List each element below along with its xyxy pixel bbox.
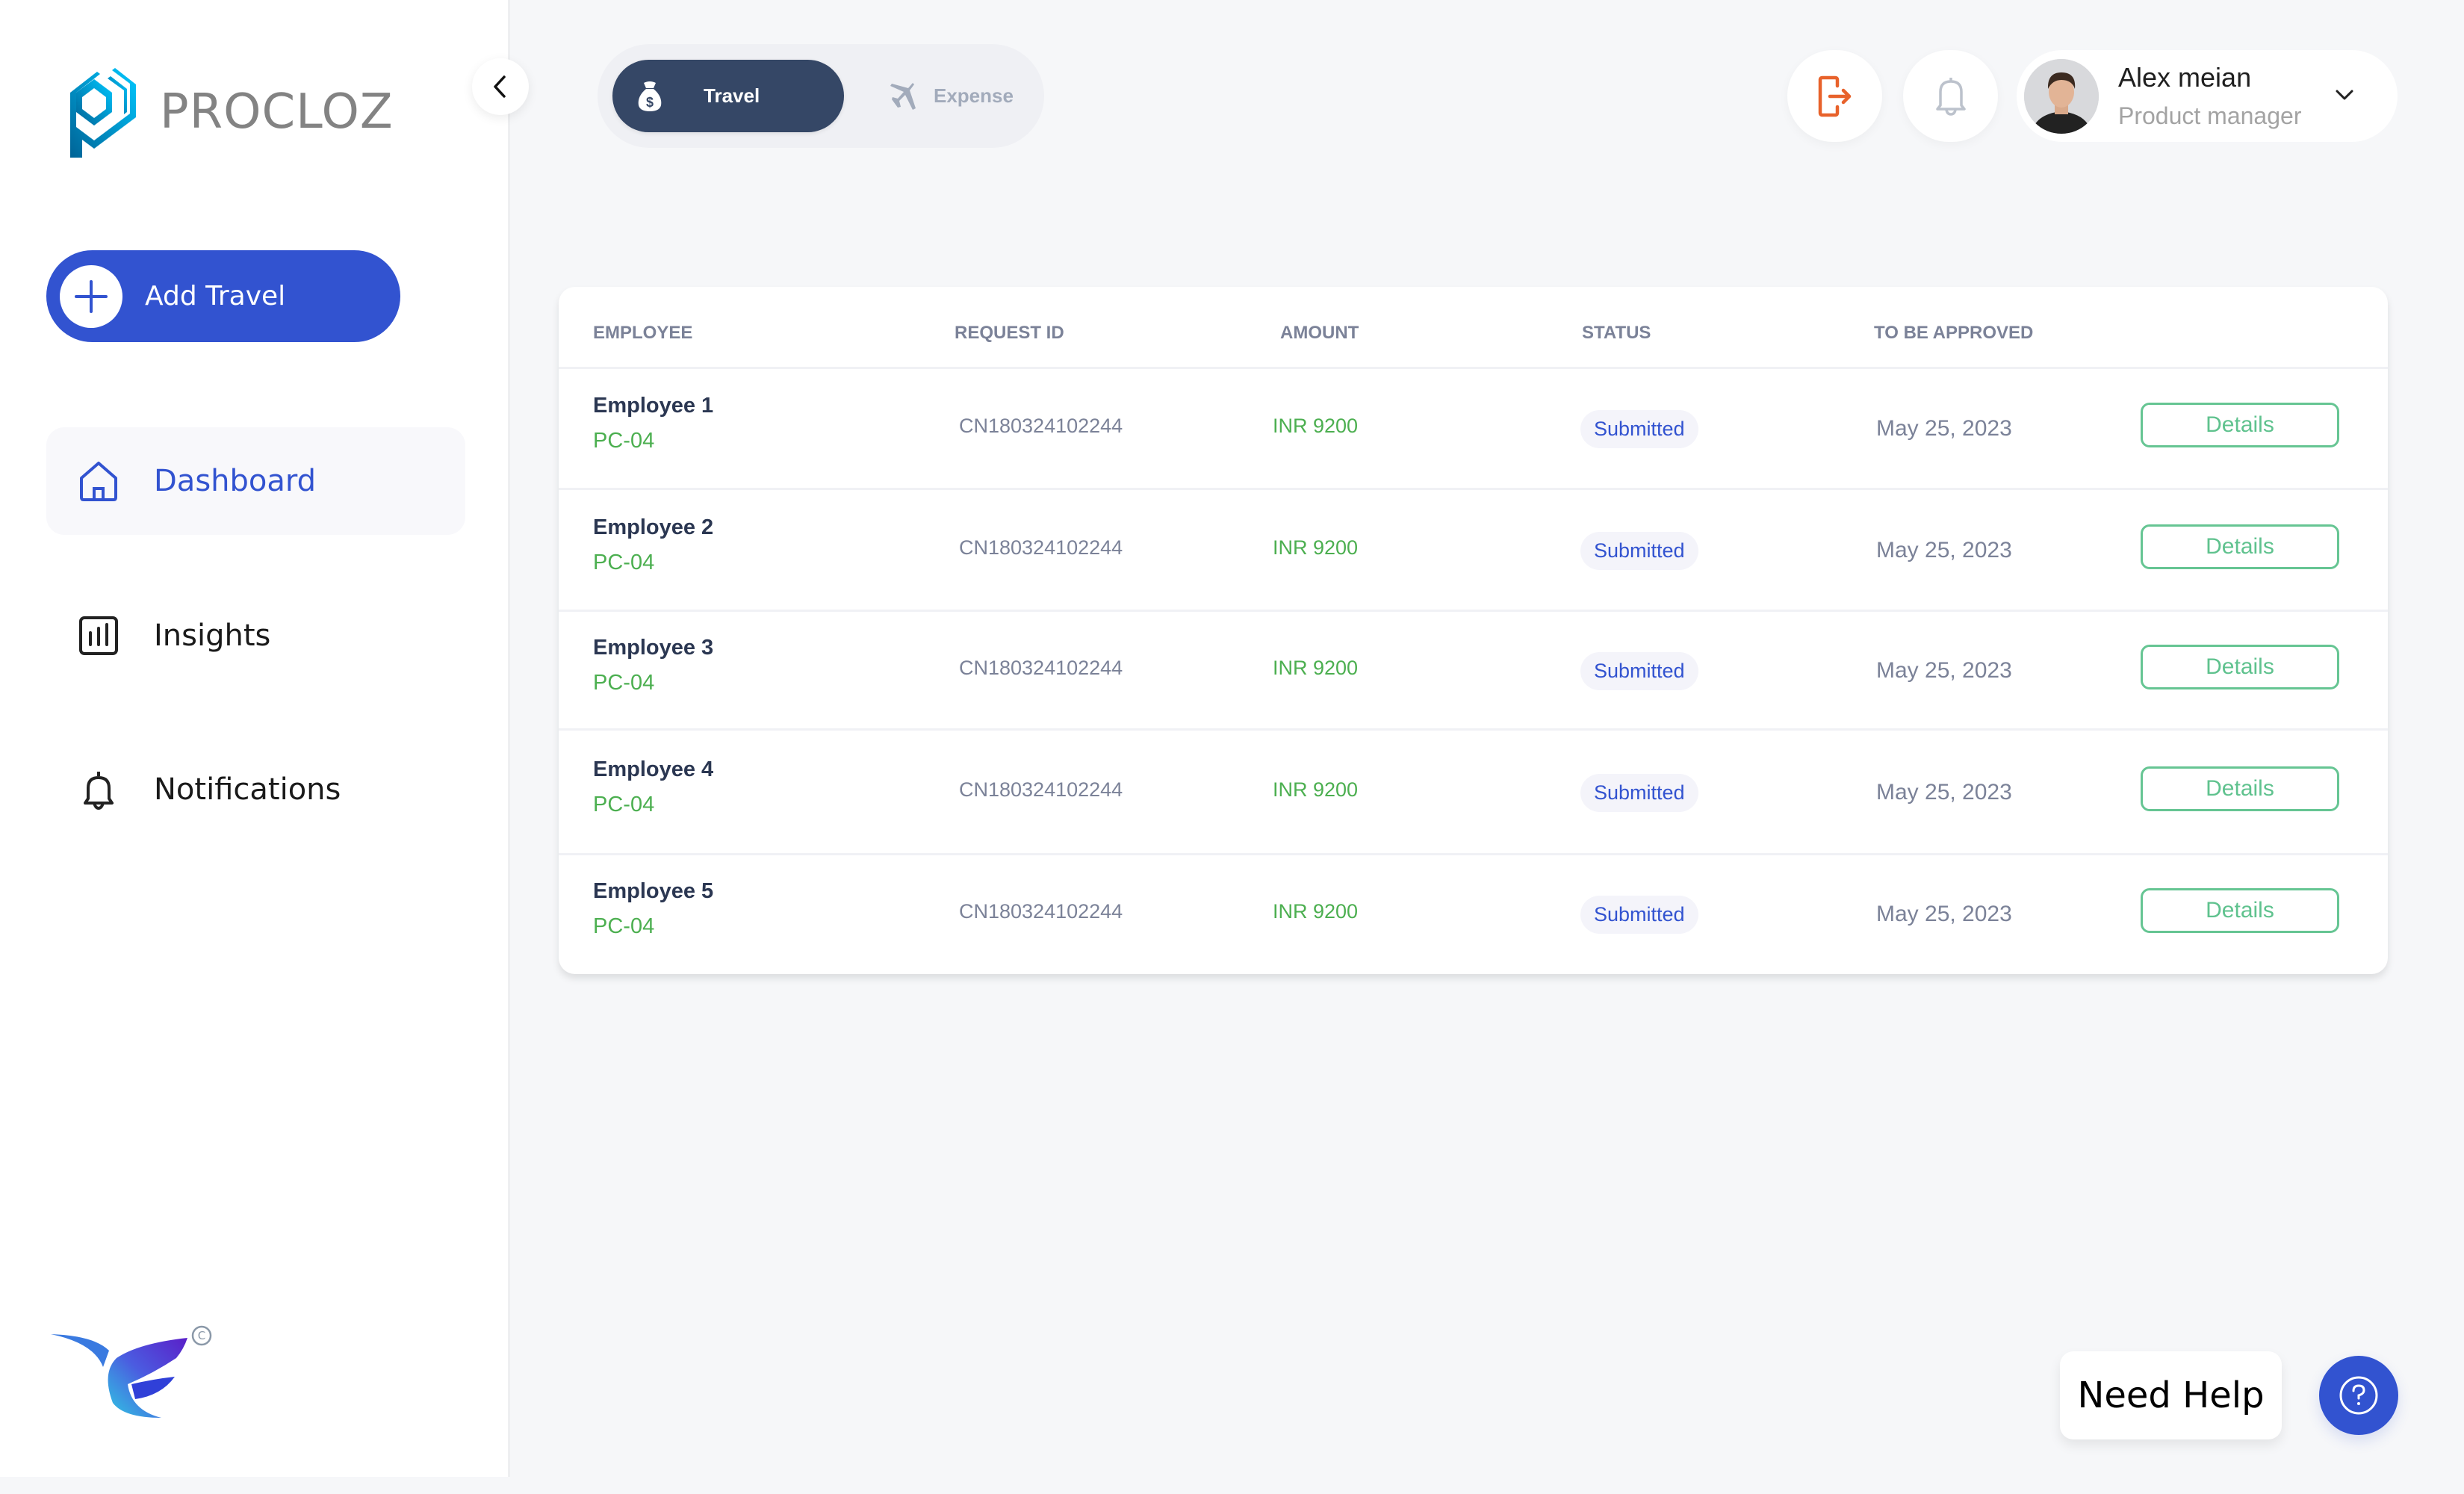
employee-code: PC-04: [593, 550, 655, 574]
approval-date: May 25, 2023: [1876, 901, 2012, 926]
avatar: [2024, 58, 2099, 134]
requests-table: EMPLOYEE REQUEST ID AMOUNT STATUS TO BE …: [559, 287, 2388, 974]
request-id: CN180324102244: [959, 656, 1123, 679]
status-badge: Submitted: [1580, 531, 1698, 570]
add-travel-button[interactable]: Add Travel: [46, 250, 400, 342]
table-row: Employee 4 PC-04 CN180324102244 INR 9200…: [559, 731, 2388, 855]
notifications-button[interactable]: [1903, 50, 1998, 142]
table-row: Employee 5 PC-04 CN180324102244 INR 9200…: [559, 855, 2388, 974]
status-badge: Submitted: [1580, 410, 1698, 448]
request-id: CN180324102244: [959, 536, 1123, 559]
logout-button[interactable]: [1787, 50, 1882, 142]
table-header: EMPLOYEE REQUEST ID AMOUNT STATUS TO BE …: [559, 287, 2388, 369]
bird-logo-icon: C: [51, 1325, 212, 1418]
table-row: Employee 2 PC-04 CN180324102244 INR 9200…: [559, 490, 2388, 612]
amount: INR 9200: [1273, 778, 1359, 801]
employee-name: Employee 2: [593, 515, 714, 539]
amount: INR 9200: [1273, 536, 1359, 559]
chevron-down-icon[interactable]: [2335, 87, 2354, 102]
bell-icon: [78, 769, 120, 810]
employee-name: Employee 5: [593, 878, 714, 903]
collapse-sidebar-button[interactable]: [472, 58, 529, 115]
employee-code: PC-04: [593, 914, 655, 938]
request-id: CN180324102244: [959, 899, 1123, 923]
tab-label: Travel: [704, 84, 760, 107]
approval-date: May 25, 2023: [1876, 657, 2012, 683]
procloz-logo-icon: [70, 68, 136, 158]
employee-cell: Employee 1 PC-04: [593, 394, 713, 453]
details-button[interactable]: Details: [2141, 524, 2339, 569]
details-button[interactable]: Details: [2141, 766, 2339, 811]
details-button[interactable]: Details: [2141, 887, 2339, 933]
column-header-amount: AMOUNT: [1280, 323, 1359, 343]
details-button[interactable]: Details: [2141, 644, 2339, 689]
sidebar-item-label: Notifications: [154, 772, 341, 807]
svg-text:C: C: [198, 1329, 205, 1342]
need-help-button[interactable]: Need Help: [2060, 1351, 2282, 1439]
money-bag-icon: $: [638, 81, 662, 111]
table-row: Employee 3 PC-04 CN180324102244 INR 9200…: [559, 612, 2388, 731]
sidebar-item-dashboard[interactable]: Dashboard: [46, 427, 465, 535]
column-header-request-id: REQUEST ID: [955, 323, 1064, 343]
employee-cell: Employee 4 PC-04: [593, 757, 713, 817]
sidebar-item-label: Dashboard: [154, 464, 317, 498]
approval-date: May 25, 2023: [1876, 779, 2012, 805]
approval-date: May 25, 2023: [1876, 416, 2012, 441]
user-profile-menu[interactable]: Alex meian Product manager: [2017, 50, 2398, 142]
sidebar-item-insights[interactable]: Insights: [46, 582, 465, 689]
status-badge: Submitted: [1580, 651, 1698, 690]
bar-chart-icon: [78, 615, 120, 657]
employee-code: PC-04: [593, 429, 655, 453]
amount: INR 9200: [1273, 899, 1359, 923]
employee-cell: Employee 2 PC-04: [593, 515, 713, 575]
status-badge: Submitted: [1580, 895, 1698, 934]
travel-expense-toggle: $ Travel Expense: [598, 44, 1044, 148]
svg-text:$: $: [646, 95, 654, 110]
tab-expense[interactable]: Expense: [866, 60, 1031, 132]
column-header-to-be-approved: TO BE APPROVED: [1874, 323, 2034, 343]
amount: INR 9200: [1273, 656, 1359, 679]
home-icon: [78, 460, 120, 502]
tab-label: Expense: [934, 84, 1014, 107]
add-travel-label: Add Travel: [145, 281, 286, 311]
user-name: Alex meian: [2118, 62, 2252, 93]
brand-logo[interactable]: PROCLOZ: [67, 64, 394, 160]
status-badge: Submitted: [1580, 773, 1698, 812]
tab-travel[interactable]: $ Travel: [612, 60, 844, 132]
employee-name: Employee 3: [593, 635, 714, 660]
sidebar-item-label: Insights: [154, 619, 271, 653]
logout-icon: [1818, 75, 1851, 117]
help-button[interactable]: [2319, 1356, 2398, 1435]
employee-name: Employee 4: [593, 757, 714, 781]
plus-icon: [60, 264, 122, 328]
sidebar-item-notifications[interactable]: Notifications: [46, 736, 465, 843]
chevron-left-icon: [494, 75, 506, 98]
bell-icon: [1935, 77, 1966, 116]
details-button[interactable]: Details: [2141, 403, 2339, 447]
employee-code: PC-04: [593, 792, 655, 816]
column-header-status: STATUS: [1582, 323, 1651, 343]
request-id: CN180324102244: [959, 778, 1123, 801]
employee-cell: Employee 3 PC-04: [593, 636, 713, 695]
column-header-employee: EMPLOYEE: [593, 323, 693, 343]
brand-name: PROCLOZ: [160, 84, 394, 140]
employee-code: PC-04: [593, 670, 655, 695]
airplane-icon: [890, 82, 916, 110]
amount: INR 9200: [1273, 415, 1359, 437]
employee-cell: Employee 5 PC-04: [593, 879, 713, 939]
user-role: Product manager: [2118, 102, 2302, 129]
sidebar: PROCLOZ Add Travel Dashboard Insights No…: [0, 0, 529, 1477]
help-circle-icon: [2339, 1376, 2378, 1415]
table-row: Employee 1 PC-04 CN180324102244 INR 9200…: [559, 369, 2388, 490]
approval-date: May 25, 2023: [1876, 537, 2012, 562]
request-id: CN180324102244: [959, 415, 1123, 437]
employee-name: Employee 1: [593, 394, 714, 418]
